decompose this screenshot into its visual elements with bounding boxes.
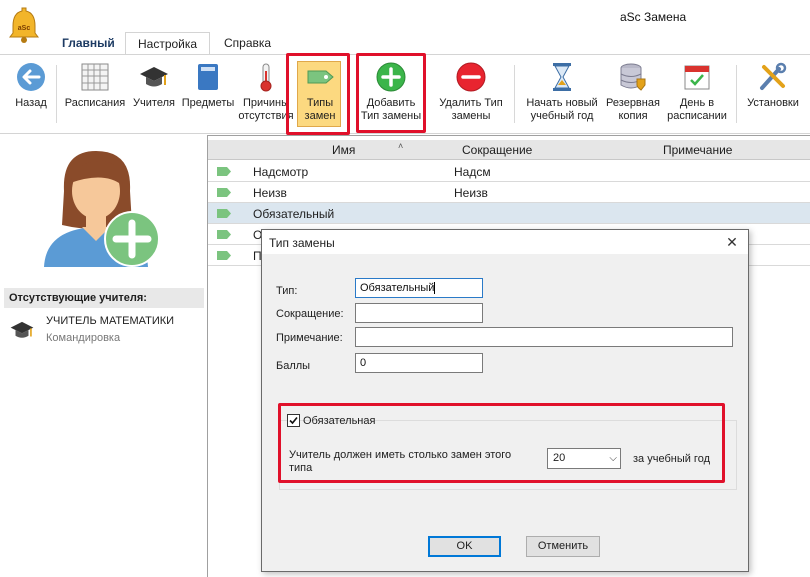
tab-main[interactable]: Главный [50, 32, 127, 54]
dialog-title-bar: Тип замены ✕ [262, 230, 748, 254]
tag-icon [217, 188, 231, 197]
delete-type-label-1: Удалить Тип [439, 97, 503, 109]
ribbon-separator [736, 65, 737, 123]
table-row[interactable]: Неизв Неизв [208, 182, 810, 203]
absent-teacher-reason: Командировка [46, 332, 121, 344]
absent-teacher-item[interactable]: УЧИТЕЛЬ МАТЕМАТИКИ Командировка [8, 315, 203, 347]
substitution-type-dialog: Тип замены ✕ Тип: Обязательный Сокращени… [261, 229, 749, 572]
graduation-cap-icon [140, 67, 168, 87]
text-cursor [434, 282, 436, 295]
hourglass-icon [553, 63, 571, 91]
delete-type-label-2: замены [451, 110, 491, 122]
dialog-title: Тип замены [269, 236, 335, 250]
backup-label-2: копия [618, 110, 648, 122]
note-label: Примечание: [276, 332, 343, 344]
table-header: Имя ˄ Сокращение Примечание [208, 140, 810, 160]
new-year-label-1: Начать новый [526, 97, 598, 109]
points-input[interactable]: 0 [355, 353, 483, 373]
column-header-name[interactable]: Имя [332, 143, 355, 157]
tag-icon [217, 251, 231, 260]
minus-circle-icon [456, 62, 486, 92]
graduation-cap-icon [10, 321, 34, 338]
tag-icon [217, 230, 231, 239]
day-schedule-label-1: День в [679, 97, 715, 109]
highlight-box [356, 53, 426, 133]
tab-help[interactable]: Справка [212, 32, 283, 54]
new-year-label-2: учебный год [530, 110, 594, 122]
subjects-label: Предметы [181, 97, 235, 109]
thermometer-icon [260, 63, 272, 92]
absent-teachers-header: Отсутствующие учителя: [4, 288, 204, 308]
new-school-year-button[interactable]: Начать новый учебный год [520, 61, 604, 123]
day-in-schedule-button[interactable]: День в расписании [666, 61, 728, 123]
table-row-selected[interactable]: Обязательный [208, 203, 810, 224]
schedule-grid-icon [81, 63, 109, 91]
short-input[interactable] [355, 303, 483, 323]
teachers-label: Учителя [133, 97, 175, 109]
ribbon-separator [514, 65, 515, 123]
sort-ascending-icon: ˄ [398, 141, 404, 151]
column-header-short[interactable]: Сокращение [462, 143, 532, 157]
delete-substitution-type-button[interactable]: Удалить Тип замены [434, 61, 508, 123]
back-button[interactable]: Назад [12, 61, 50, 110]
day-schedule-label-2: расписании [667, 110, 727, 122]
row-name: Неизв [253, 186, 287, 200]
teachers-button[interactable]: Учителя [130, 61, 178, 110]
title-bar: aSc aSc Замена [0, 0, 810, 43]
type-input[interactable]: Обязательный [355, 278, 483, 298]
teacher-avatar-icon [44, 151, 160, 267]
highlight-box [278, 403, 725, 483]
highlight-box [286, 53, 350, 135]
schedules-button[interactable]: Расписания [62, 61, 128, 110]
tools-icon [760, 62, 787, 90]
window-title: aSc Замена [620, 10, 687, 24]
tag-icon [217, 167, 231, 176]
database-shield-icon [620, 63, 646, 91]
row-short: Неизв [454, 186, 488, 200]
absence-reasons-label-1: Причины [242, 97, 290, 109]
settings-button[interactable]: Установки [742, 61, 804, 110]
short-label: Сокращение: [276, 308, 344, 320]
row-short: Надсм [454, 165, 491, 179]
book-icon [198, 64, 218, 90]
backup-button[interactable]: Резервная копия [602, 61, 664, 123]
row-name: Надсмотр [253, 165, 309, 179]
note-input[interactable] [355, 327, 733, 347]
ribbon-toolbar: Назад Расписания Учителя Предметы Причин… [0, 53, 810, 135]
close-icon[interactable]: ✕ [722, 233, 742, 251]
back-arrow-icon [17, 63, 45, 91]
type-value: Обязательный [360, 282, 435, 294]
table-row[interactable]: Надсмотр Надсм [208, 161, 810, 182]
back-label: Назад [15, 97, 47, 109]
schedules-label: Расписания [64, 97, 126, 109]
tag-icon [217, 209, 231, 218]
backup-label-1: Резервная [606, 97, 660, 109]
absent-teacher-name: УЧИТЕЛЬ МАТЕМАТИКИ [46, 315, 175, 327]
calendar-check-icon [684, 65, 710, 90]
svg-text:aSc: aSc [18, 25, 31, 32]
ribbon-separator [56, 65, 57, 123]
row-name: Обязательный [253, 207, 335, 221]
type-label: Тип: [276, 285, 298, 297]
left-panel: Отсутствующие учителя: УЧИТЕЛЬ МАТЕМАТИК… [0, 135, 207, 577]
menu-tabs: Главный Настройка Справка [0, 32, 810, 55]
settings-label: Установки [747, 97, 799, 109]
column-header-note[interactable]: Примечание [663, 143, 732, 157]
points-label: Баллы [276, 360, 311, 372]
subjects-button[interactable]: Предметы [180, 61, 236, 110]
cancel-button[interactable]: Отменить [526, 536, 600, 557]
ok-button[interactable]: OK [428, 536, 501, 557]
tab-settings[interactable]: Настройка [125, 32, 211, 55]
